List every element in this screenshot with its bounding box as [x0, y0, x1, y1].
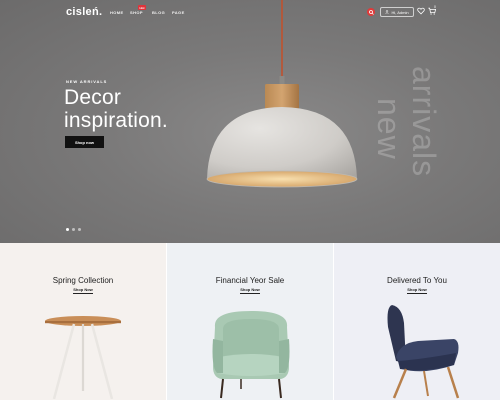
decorative-vertical-text: new: [371, 98, 407, 160]
nav-item-shop[interactable]: SHOP: [130, 10, 143, 15]
account-label: Hi, Admin: [391, 9, 409, 15]
cart-count-badge: 0: [434, 5, 436, 9]
round-table-image: [45, 316, 121, 399]
nav-item-blog[interactable]: BLOG: [152, 10, 165, 15]
collection-shop-now-link[interactable]: Shop Now: [167, 287, 333, 294]
nav-badge-hot: Hot: [138, 5, 146, 10]
nav-item-page[interactable]: PAGE: [172, 10, 185, 15]
collection-title: Delivered To You: [387, 276, 447, 285]
collection-title: Spring Collection: [52, 276, 114, 285]
hero-banner: arrivals new cisleń. HOME SHOP Hot BLOG …: [0, 0, 500, 243]
hero-shop-now-button[interactable]: Shop now: [65, 136, 104, 148]
heart-icon[interactable]: [417, 7, 425, 15]
user-icon: [385, 10, 390, 14]
pendant-lamp-image: [206, 0, 358, 188]
account-button[interactable]: Hi, Admin: [380, 7, 414, 17]
brand-logo[interactable]: cisleń.: [66, 6, 102, 18]
collection-card-spring[interactable]: Spring Collection Shop Now: [0, 243, 166, 400]
decorative-vertical-text: arrivals: [406, 66, 442, 178]
green-armchair-image: [212, 311, 290, 399]
hero-headline-line1: Decor: [64, 86, 122, 109]
hero-headline-line2: inspiration.: [64, 109, 168, 132]
hero-headline: Decor inspiration.: [64, 86, 168, 132]
nav-item-home[interactable]: HOME: [110, 10, 124, 15]
search-icon: [368, 9, 374, 15]
slider-dot-1[interactable]: [66, 228, 69, 231]
collection-card-delivery[interactable]: Delivered To You Shop Now: [334, 243, 500, 400]
slider-dots: [66, 228, 81, 231]
collection-title: Financial Yeor Sale: [215, 276, 285, 285]
hero-tag: NEW ARRIVALS: [66, 79, 108, 84]
collection-shop-now-link[interactable]: Shop Now: [334, 287, 500, 294]
slider-dot-3[interactable]: [78, 228, 81, 231]
slider-dot-2[interactable]: [72, 228, 75, 231]
collection-shop-now-link[interactable]: Shop Now: [0, 287, 166, 294]
search-button[interactable]: [367, 8, 375, 16]
navy-lounge-chair-image: [387, 305, 460, 399]
collection-card-sale[interactable]: Financial Yeor Sale Shop Now: [167, 243, 333, 400]
